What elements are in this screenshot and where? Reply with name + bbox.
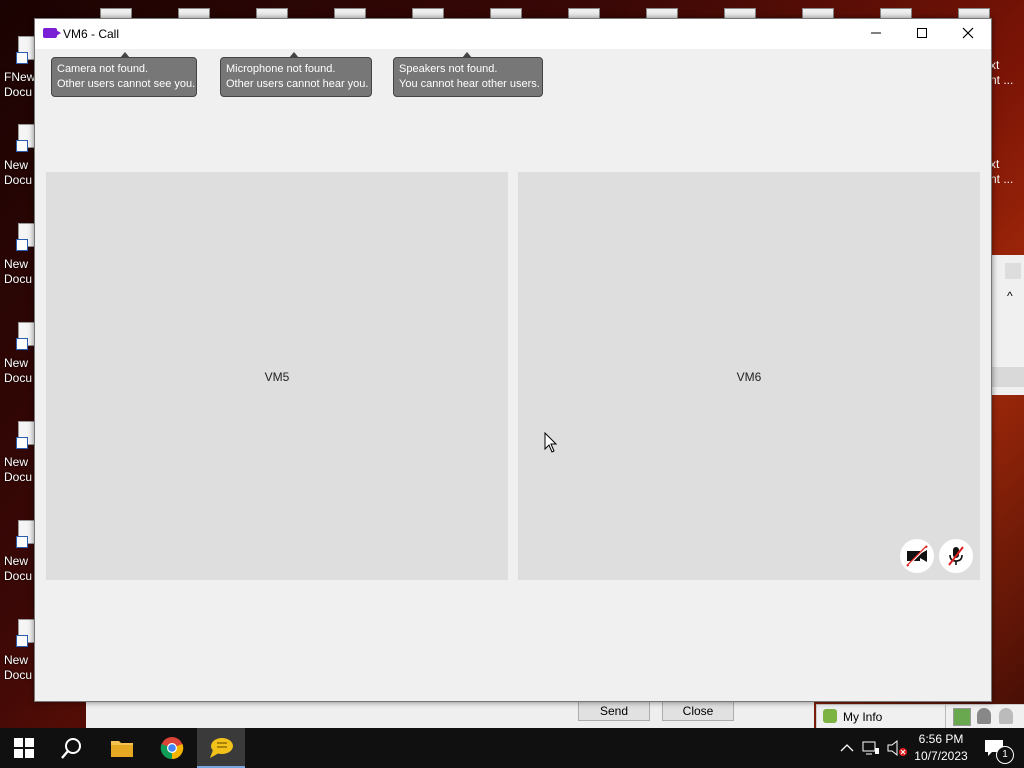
clock-time: 6:56 PM: [918, 732, 964, 746]
desktop-icon[interactable]: New Docu: [0, 514, 36, 604]
mouse-cursor-icon: [544, 432, 558, 453]
desktop-icon-label: FNew Docu: [4, 70, 36, 99]
divider: [945, 705, 946, 729]
desktop-icon[interactable]: New Docu: [0, 217, 36, 307]
desktop-icon-label: New Docu: [4, 158, 33, 187]
desktop-icon[interactable]: New Docu: [0, 118, 36, 208]
title-bar[interactable]: VM6 - Call: [35, 19, 991, 49]
user-status-icon: [823, 709, 837, 723]
send-button[interactable]: Send: [578, 701, 650, 721]
volume-muted-icon: [887, 739, 907, 757]
speakers-not-found-notice: Speakers not found. You cannot hear othe…: [393, 52, 543, 97]
maximize-icon: [917, 28, 927, 38]
self-video-pane: VM6: [518, 172, 980, 580]
file-explorer-button[interactable]: [98, 728, 146, 768]
desktop-icon-label: New Docu: [4, 653, 33, 682]
search-icon: [61, 738, 81, 759]
my-info-label[interactable]: My Info: [843, 710, 882, 724]
desktop-icon-label: New Docu: [4, 257, 33, 286]
chevron-up-icon[interactable]: ^: [1007, 289, 1013, 303]
shortcut-arrow-icon: [16, 338, 28, 350]
call-window: VM6 - Call Camera not found. Other users…: [34, 18, 992, 702]
notice-line: Other users cannot hear you.: [226, 78, 369, 90]
search-button[interactable]: [48, 728, 96, 768]
scroll-area: [1005, 263, 1021, 279]
desktop-icon[interactable]: FNew Docu: [0, 30, 36, 120]
close-button[interactable]: Close: [662, 701, 734, 721]
my-info-bar: My Info: [816, 704, 1024, 730]
participant-name: VM6: [736, 370, 762, 384]
start-button[interactable]: [0, 728, 48, 768]
minimize-button[interactable]: [853, 19, 899, 49]
status-offline-icon[interactable]: [999, 708, 1013, 724]
chat-app-button[interactable]: [197, 728, 245, 768]
clock-date: 10/7/2023: [914, 749, 968, 763]
desktop-icon-label: xt nt ...: [990, 157, 1014, 186]
chrome-button[interactable]: [148, 728, 196, 768]
shortcut-arrow-icon: [16, 536, 28, 548]
chevron-up-icon: [840, 744, 854, 752]
close-window-button[interactable]: [945, 19, 991, 49]
desktop-icon-label: New Docu: [4, 356, 33, 385]
network-icon: [862, 741, 879, 755]
status-online-icon[interactable]: [953, 708, 971, 726]
shortcut-arrow-icon: [16, 437, 28, 449]
volume-tray-icon-button[interactable]: [884, 728, 908, 768]
close-icon: [962, 27, 974, 39]
participant-name: VM5: [264, 370, 290, 384]
minimize-icon: [871, 32, 881, 34]
action-center-button[interactable]: 1: [980, 728, 1016, 768]
status-away-icon[interactable]: [977, 708, 991, 724]
notice-line: Camera not found.: [57, 63, 149, 75]
video-call-icon: [43, 28, 61, 38]
chat-bubble-icon: [210, 738, 233, 758]
desktop-icon-label: xt nt ...: [990, 58, 1014, 87]
desktop-icon[interactable]: New Docu: [0, 316, 36, 406]
chrome-icon: [160, 737, 184, 760]
window-title: VM6 - Call: [63, 27, 120, 41]
desktop-icon-label: New Docu: [4, 554, 33, 583]
folder-icon: [111, 741, 133, 757]
camera-not-found-notice: Camera not found. Other users cannot see…: [51, 52, 197, 97]
participant-video-pane: VM5: [46, 172, 508, 580]
mic-off-icon: [948, 546, 964, 566]
mic-toggle-button[interactable]: [939, 539, 973, 573]
taskbar: 6:56 PM 10/7/2023 1: [0, 728, 1024, 768]
background-window-edge: ^: [991, 255, 1024, 395]
shortcut-arrow-icon: [16, 140, 28, 152]
notice-line: Microphone not found.: [226, 63, 336, 75]
shortcut-arrow-icon: [16, 52, 28, 64]
camera-off-icon: [906, 545, 928, 567]
shortcut-arrow-icon: [16, 239, 28, 251]
desktop-icon[interactable]: New Docu: [0, 613, 36, 703]
list-row: [991, 367, 1024, 387]
notice-line: Other users cannot see you.: [57, 78, 196, 90]
shortcut-arrow-icon: [16, 635, 28, 647]
notice-line: Speakers not found.: [399, 63, 498, 75]
microphone-not-found-notice: Microphone not found. Other users cannot…: [220, 52, 372, 97]
windows-logo-icon: [14, 738, 34, 758]
desktop-icon[interactable]: New Docu: [0, 415, 36, 505]
camera-toggle-button[interactable]: [900, 539, 934, 573]
desktop-icon-label: New Docu: [4, 455, 33, 484]
network-tray-icon-button[interactable]: [860, 728, 882, 768]
maximize-button[interactable]: [899, 19, 945, 49]
notice-line: You cannot hear other users.: [399, 78, 540, 90]
notification-count-badge: 1: [996, 746, 1014, 764]
show-hidden-icons-button[interactable]: [838, 728, 856, 768]
clock[interactable]: 6:56 PM 10/7/2023: [910, 728, 972, 768]
